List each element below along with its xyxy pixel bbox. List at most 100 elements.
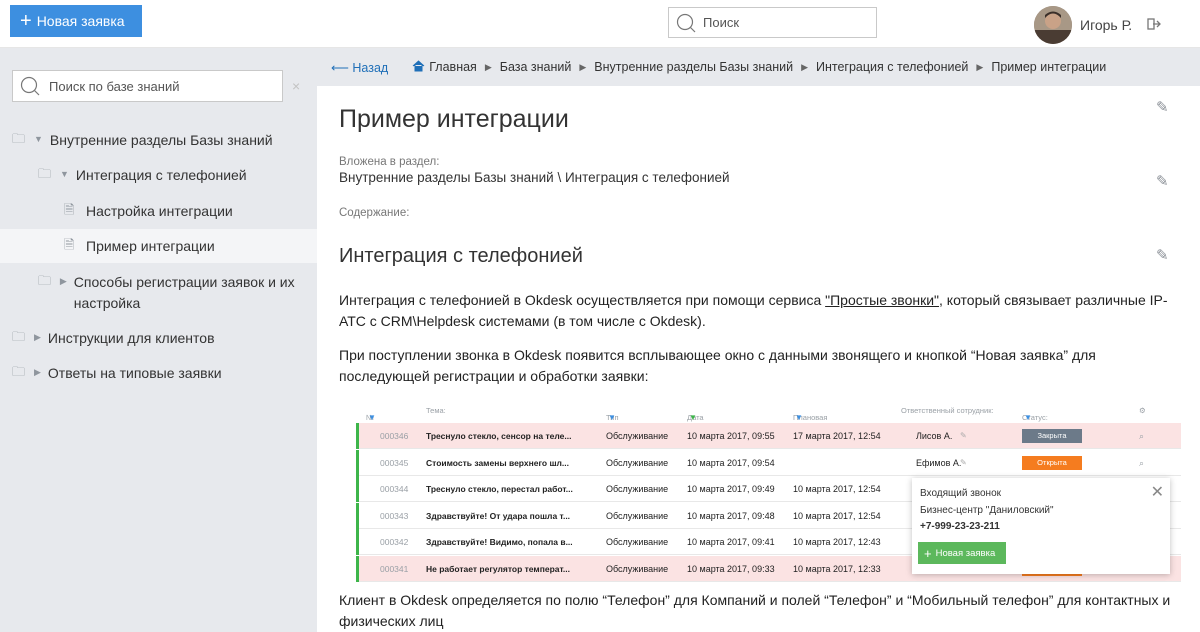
home-icon[interactable] — [412, 59, 425, 75]
ticket-type: Обслуживание — [606, 537, 669, 547]
ticket-reg-date: 10 марта 2017, 09:54 — [687, 457, 775, 468]
ticket-type: Обслуживание — [606, 457, 669, 468]
caret-down-icon[interactable]: ▼ — [60, 169, 69, 179]
screenshot-table-header: № заявки▼ Тема: Тип заявки:▼ Дата регист… — [366, 406, 1146, 440]
ticket-plan-date: 10 марта 2017, 12:43 — [793, 537, 881, 547]
avatar[interactable] — [1034, 6, 1072, 44]
folder-icon: 🗀 — [38, 273, 52, 288]
tree-item-label: Пример интеграции — [86, 238, 215, 254]
plus-icon: + — [924, 545, 932, 561]
tree-item-label: Ответы на типовые заявки — [47, 365, 222, 381]
tree-item-label: Способы регистрации заявок и их настройк… — [73, 274, 295, 311]
search-placeholder: Поиск — [703, 15, 740, 30]
content-label: Содержание: — [339, 207, 410, 219]
new-ticket-button[interactable]: + Новая заявка — [10, 5, 142, 37]
ticket-row: 000346 Треснуло стекло, сенсор на теле...… — [356, 423, 1181, 449]
gear-icon: ⚙ — [1139, 406, 1146, 415]
caret-right-icon[interactable]: ▶ — [34, 332, 41, 343]
popup-phone: +7-999-23-23-211 — [920, 521, 1000, 532]
section-value: Внутренние разделы Базы знаний \ Интегра… — [339, 170, 730, 185]
tree-item-label: Инструкции для клиентов — [47, 330, 215, 346]
tree-item-telephony[interactable]: 🗀 ▼ Интеграция с телефонией — [38, 165, 247, 187]
global-search-input[interactable]: Поиск — [668, 7, 877, 38]
breadcrumb: ⟵ Назад Главная ▶ База знаний ▶ Внутренн… — [317, 48, 1200, 86]
status-stripe — [356, 476, 359, 502]
chevron-right-icon: ▶ — [976, 61, 984, 72]
status-stripe — [356, 555, 359, 582]
ticket-subject: Треснуло стекло, перестал работ... — [426, 484, 573, 494]
logout-icon[interactable] — [1147, 17, 1162, 34]
tree-item-internal-sections[interactable]: 🗀 ▼ Внутренние разделы Базы знаний — [12, 130, 273, 152]
close-icon: ✕ — [1150, 484, 1164, 501]
filter-icon: ▼ — [608, 413, 616, 422]
ticket-type: Обслуживание — [606, 431, 669, 441]
filter-icon: ▼ — [689, 413, 697, 422]
incoming-call-popup: ✕ Входящий звонок Бизнес-центр "Даниловс… — [912, 478, 1170, 574]
search-icon — [20, 76, 40, 96]
breadcrumb-item[interactable]: База знаний — [500, 60, 572, 74]
edit-title-icon[interactable]: ✎ — [1156, 98, 1169, 116]
prostye-zvonki-link[interactable]: "Простые звонки" — [825, 292, 939, 308]
ticket-subject: Треснуло стекло, сенсор на теле... — [426, 431, 572, 441]
ticket-number: 000342 — [380, 537, 409, 547]
kb-search-placeholder: Поиск по базе знаний — [49, 78, 180, 94]
edit-section-icon[interactable]: ✎ — [1156, 172, 1169, 190]
edit-content-icon[interactable]: ✎ — [1156, 246, 1169, 264]
user-name: Игорь Р. — [1080, 17, 1133, 33]
content-heading: Интеграция с телефонией — [339, 245, 583, 267]
ticket-subject: Здравствуйте! От удара пошла т... — [426, 510, 571, 521]
edit-icon: ✎ — [960, 431, 967, 440]
top-bar: + Новая заявка Поиск Игорь Р. — [0, 0, 1200, 48]
tree-item-label: Интеграция с телефонией — [75, 167, 247, 183]
caret-right-icon[interactable]: ▶ — [60, 276, 67, 287]
tree-item-integration-setup[interactable]: 🗎 Настройка интеграции — [64, 201, 233, 223]
knowledge-base-sidebar: Поиск по базе знаний × 🗀 ▼ Внутренние ра… — [0, 48, 317, 632]
ticket-number: 000341 — [380, 563, 409, 574]
breadcrumb-item[interactable]: Главная — [429, 60, 477, 74]
tree-item-registration-methods[interactable]: 🗀 ▶ Способы регистрации заявок и их наст… — [38, 272, 308, 314]
tree-item-integration-example[interactable]: 🗎 Пример интеграции — [64, 236, 215, 258]
ticket-plan-date: 10 марта 2017, 12:33 — [793, 563, 881, 574]
column-header: Ответственный сотрудник: — [901, 406, 994, 415]
ticket-type: Обслуживание — [606, 484, 669, 494]
ticket-reg-date: 10 марта 2017, 09:49 — [687, 484, 775, 494]
kb-search-input[interactable]: Поиск по базе знаний — [12, 70, 283, 102]
status-stripe — [356, 502, 359, 529]
column-header: Тема: — [426, 406, 446, 415]
back-link[interactable]: ⟵ Назад — [331, 60, 388, 75]
ticket-row: 000345 Стоимость замены верхнего шл... Обс… — [356, 449, 1181, 476]
popup-company: Бизнес-центр "Даниловский" — [920, 505, 1054, 516]
user-menu[interactable]: Игорь Р. — [1034, 6, 1162, 44]
page-title: Пример интеграции — [339, 105, 569, 133]
paragraph-3: Клиент в Okdesk определяется по полю “Те… — [339, 592, 1171, 629]
ticket-reg-date: 10 марта 2017, 09:33 — [687, 563, 775, 574]
caret-down-icon[interactable]: ▼ — [34, 134, 43, 144]
tree-item-typical-answers[interactable]: 🗀 ▶ Ответы на типовые заявки — [12, 363, 222, 385]
ticket-responsible: Лисов А. — [916, 431, 953, 441]
folder-icon: 🗀 — [12, 364, 26, 379]
ticket-type: Обслуживание — [606, 510, 669, 521]
breadcrumb-item[interactable]: Интеграция с телефонией — [816, 60, 968, 74]
status-badge: Закрыта — [1022, 429, 1082, 443]
breadcrumb-item[interactable]: Внутренние разделы Базы знаний — [594, 60, 793, 74]
folder-icon: 🗀 — [12, 329, 26, 344]
tree-item-client-instructions[interactable]: 🗀 ▶ Инструкции для клиентов — [12, 328, 215, 350]
folder-icon: 🗀 — [12, 131, 26, 146]
chevron-right-icon: ▶ — [801, 61, 808, 72]
paragraph-text: Интеграция с телефонией в Okdesk осущест… — [339, 292, 826, 308]
tree-item-label: Внутренние разделы Базы знаний — [49, 132, 273, 148]
document-icon: 🗎 — [64, 202, 75, 217]
caret-right-icon[interactable]: ▶ — [34, 367, 41, 378]
document-icon: 🗎 — [64, 237, 75, 252]
ticket-list-screenshot: № заявки▼ Тема: Тип заявки:▼ Дата регист… — [356, 399, 1181, 586]
back-label: Назад — [352, 60, 389, 75]
search-icon: ⌕ — [1139, 431, 1145, 441]
popup-button-label: Новая заявка — [935, 547, 996, 559]
ticket-number: 000345 — [380, 457, 409, 468]
folder-icon: 🗀 — [38, 166, 52, 181]
clear-search-icon[interactable]: × — [292, 78, 300, 94]
search-icon — [676, 13, 696, 32]
ticket-number: 000344 — [380, 484, 409, 494]
search-icon: ⌕ — [1139, 457, 1145, 468]
ticket-plan-date: 10 марта 2017, 12:54 — [793, 510, 881, 521]
